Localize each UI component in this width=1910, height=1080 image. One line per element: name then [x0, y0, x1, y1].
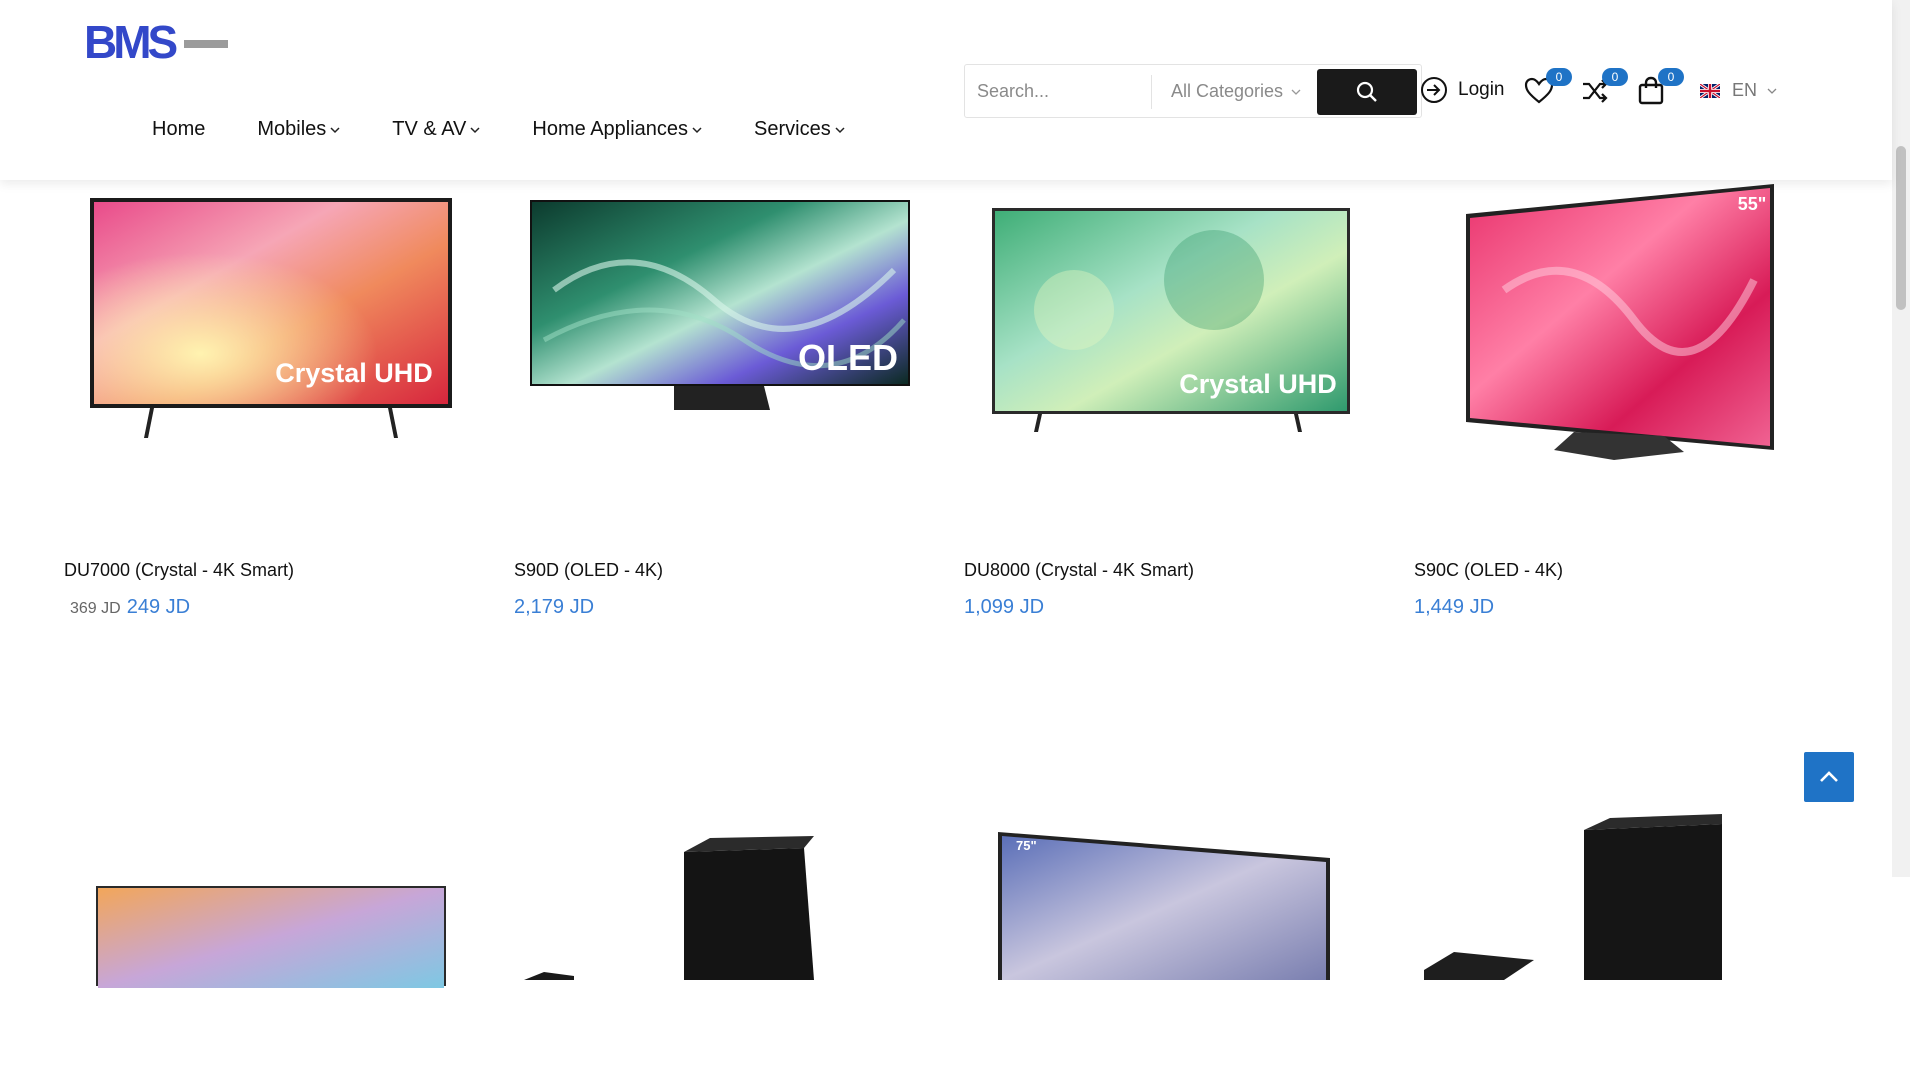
product-name[interactable]: DU8000 (Crystal - 4K Smart) — [964, 560, 1194, 581]
size-badge: 75" — [1016, 838, 1037, 853]
uk-flag-icon — [1700, 83, 1720, 98]
product-image[interactable] — [514, 700, 934, 1080]
category-select[interactable]: All Categories — [1171, 81, 1301, 102]
chevron-down-icon — [835, 126, 845, 133]
page-scrollbar[interactable] — [1892, 0, 1910, 877]
main-nav: Home Mobiles TV & AV Home Appliances Ser… — [152, 118, 897, 141]
login-link[interactable]: Login — [1420, 76, 1505, 104]
compare-count-badge: 0 — [1602, 68, 1628, 86]
back-to-top-button[interactable] — [1804, 752, 1854, 802]
nav-item-mobiles[interactable]: Mobiles — [257, 118, 340, 141]
chevron-down-icon — [1291, 89, 1301, 95]
scrollbar-thumb[interactable] — [1896, 146, 1906, 310]
size-badge: 55" — [1738, 194, 1767, 214]
nav-item-label: Home Appliances — [532, 118, 689, 140]
nav-item-label: Services — [754, 118, 831, 140]
search-button[interactable] — [1317, 69, 1417, 115]
login-label: Login — [1458, 79, 1505, 100]
wishlist-button[interactable]: 0 — [1524, 68, 1572, 108]
screen-label: OLED — [798, 337, 898, 378]
site-header: BMS Home Mobiles TV & AV Home Appliances… — [0, 0, 1892, 180]
search-bar: All Categories — [964, 64, 1422, 118]
svg-text:BMS: BMS — [84, 18, 177, 66]
product-image[interactable]: 75" — [964, 700, 1384, 1080]
chevron-down-icon — [1767, 88, 1777, 94]
product-name[interactable]: S90C (OLED - 4K) — [1414, 560, 1563, 581]
product-image[interactable]: 55" — [1414, 170, 1834, 550]
nav-item-tv-av[interactable]: TV & AV — [392, 118, 480, 141]
sale-price: 249 JD — [126, 596, 191, 618]
search-divider — [1151, 75, 1152, 109]
product-price: 369 JD 249 JD — [70, 596, 190, 619]
old-price: 369 JD — [70, 600, 121, 617]
nav-item-label: Home — [152, 118, 206, 140]
chevron-down-icon — [330, 126, 340, 133]
wishlist-count-badge: 0 — [1546, 68, 1572, 86]
brand-logo[interactable]: BMS — [84, 18, 228, 66]
product-image[interactable] — [1414, 700, 1834, 1080]
language-selector[interactable]: EN — [1700, 80, 1777, 101]
product-image[interactable]: Crystal UHD — [64, 170, 484, 550]
chevron-up-icon — [1820, 771, 1838, 782]
product-image[interactable]: Crystal UHD — [964, 170, 1384, 550]
product-price: 1,099 JD — [964, 596, 1044, 619]
login-icon — [1421, 77, 1447, 103]
nav-item-home[interactable]: Home — [152, 118, 205, 141]
category-select-label: All Categories — [1171, 81, 1284, 101]
nav-item-label: TV & AV — [392, 118, 467, 140]
product-image[interactable] — [64, 700, 484, 1080]
nav-item-home-appliances[interactable]: Home Appliances — [532, 118, 702, 141]
product-name[interactable]: DU7000 (Crystal - 4K Smart) — [64, 560, 294, 581]
product-price: 2,179 JD — [514, 596, 594, 619]
cart-count-badge: 0 — [1658, 68, 1684, 86]
compare-button[interactable]: 0 — [1580, 68, 1628, 108]
screen-label: Crystal UHD — [275, 358, 433, 388]
nav-item-services[interactable]: Services — [754, 118, 845, 141]
nav-item-label: Mobiles — [257, 118, 327, 140]
product-name[interactable]: S90D (OLED - 4K) — [514, 560, 663, 581]
cart-button[interactable]: 0 — [1636, 68, 1684, 108]
search-icon — [1356, 81, 1377, 102]
product-price: 1,449 JD — [1414, 596, 1494, 619]
screen-label: Crystal UHD — [1179, 369, 1337, 399]
language-code: EN — [1732, 80, 1758, 100]
product-image[interactable]: OLED — [514, 170, 934, 550]
sale-price: 1,449 JD — [1414, 596, 1495, 618]
sale-price: 1,099 JD — [964, 596, 1045, 618]
search-input[interactable] — [977, 75, 1137, 107]
sale-price: 2,179 JD — [514, 596, 595, 618]
chevron-down-icon — [470, 126, 480, 133]
chevron-down-icon — [692, 126, 702, 133]
